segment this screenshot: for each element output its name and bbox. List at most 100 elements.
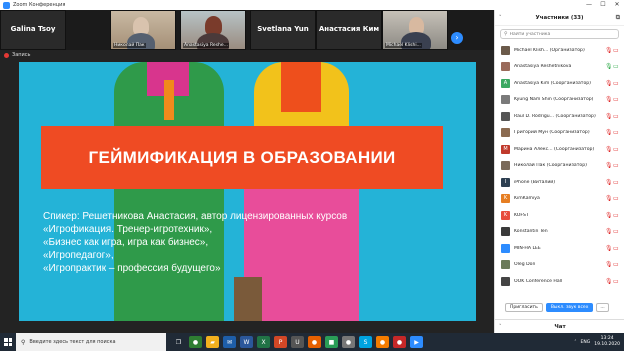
participant-name: Oleg Don xyxy=(514,262,536,268)
participant-row[interactable]: A Anastasiya Kim (Соорганизатор) 🎙︎ ▭ xyxy=(495,75,624,92)
microphone-icon[interactable]: 🎙︎ xyxy=(605,261,613,268)
app-red-icon[interactable]: ● xyxy=(393,336,406,348)
chat-chevron-icon[interactable]: ˅ xyxy=(499,324,502,330)
camera-icon[interactable]: ▭ xyxy=(613,261,619,268)
file-explorer-icon[interactable]: ▰ xyxy=(206,336,219,348)
app-orange-icon[interactable]: ● xyxy=(376,336,389,348)
app-green-icon[interactable]: ■ xyxy=(325,336,338,348)
zoom-icon[interactable]: ▶ xyxy=(410,336,423,348)
participant-row[interactable]: Anastasiya Reshetnikova 🎙︎ ▭ xyxy=(495,59,624,76)
avatar xyxy=(501,260,510,270)
video-tile[interactable]: Николай Пак xyxy=(110,10,176,50)
taskbar-search[interactable]: ⚲ Введите здесь текст для поиска xyxy=(16,333,166,351)
clock[interactable]: 13:24 19.10.2020 xyxy=(594,336,620,348)
participant-name: Svetlana Yun xyxy=(257,25,309,33)
camera-icon[interactable]: ▭ xyxy=(613,195,619,202)
participant-row[interactable]: OOK Conference Hall 🎙︎ ▭ xyxy=(495,273,624,290)
camera-icon[interactable]: ▭ xyxy=(613,63,619,70)
participant-status: 🎙︎ ▭ xyxy=(605,47,619,54)
participant-row[interactable]: Григорий Мун (Соорганизатор) 🎙︎ ▭ xyxy=(495,125,624,142)
brown-bag-shape xyxy=(234,277,262,321)
shared-screen-slide: ГЕЙМИФИКАЦИЯ В ОБРАЗОВАНИИ Спикер: Решет… xyxy=(19,62,476,321)
microphone-icon[interactable]: 🎙︎ xyxy=(605,278,613,285)
camera-icon[interactable]: ▭ xyxy=(613,113,619,120)
participant-row[interactable]: Николай Пак (Соорганизатор) 🎙︎ ▭ xyxy=(495,158,624,175)
collapse-chevron-icon[interactable]: ˅ xyxy=(499,15,502,21)
microphone-icon[interactable]: 🎙︎ xyxy=(605,96,613,103)
participant-row[interactable]: K KOFST 🎙︎ ▭ xyxy=(495,207,624,224)
camera-icon[interactable]: ▭ xyxy=(613,212,619,219)
microphone-icon[interactable]: 🎙︎ xyxy=(605,80,613,87)
app-u-icon[interactable]: U xyxy=(291,336,304,348)
more-button[interactable]: ... xyxy=(596,302,609,312)
video-tile[interactable]: Svetlana Yun xyxy=(250,10,316,50)
participant-name: KimKamiya xyxy=(514,196,540,202)
chat-header[interactable]: ˅ Чат xyxy=(495,319,624,333)
camera-icon[interactable]: ▭ xyxy=(613,146,619,153)
avatar: A xyxy=(501,78,510,88)
microphone-icon[interactable]: 🎙︎ xyxy=(605,228,613,235)
microphone-icon[interactable]: 🎙︎ xyxy=(605,245,613,252)
start-button[interactable] xyxy=(0,333,16,351)
participant-name: Анастасия Ким xyxy=(318,25,380,33)
camera-icon[interactable]: ▭ xyxy=(613,245,619,252)
participant-status: 🎙︎ ▭ xyxy=(605,195,619,202)
microphone-icon[interactable]: 🎙︎ xyxy=(605,113,613,120)
app-s-icon[interactable]: S xyxy=(359,336,372,348)
participant-row[interactable]: IiPhone (Виталий) 🎙︎ ▭ xyxy=(495,174,624,191)
excel-icon[interactable]: X xyxy=(257,336,270,348)
participant-row[interactable]: Kyung Nam Shin (Соорганизатор) 🎙︎ ▭ xyxy=(495,92,624,109)
participant-row[interactable]: MIN-HA LEE 🎙︎ ▭ xyxy=(495,240,624,257)
chrome-icon[interactable]: ● xyxy=(189,336,202,348)
popout-icon[interactable]: ⧉ xyxy=(616,14,620,22)
word-icon[interactable]: W xyxy=(240,336,253,348)
search-input[interactable] xyxy=(509,31,610,37)
microphone-icon[interactable]: 🎙︎ xyxy=(605,63,613,70)
microphone-icon[interactable]: 🎙︎ xyxy=(605,179,613,186)
camera-icon[interactable]: ▭ xyxy=(613,47,619,54)
video-tile[interactable]: Michael Klishi... xyxy=(382,10,448,50)
language-indicator[interactable]: ENG xyxy=(581,340,591,345)
zoom-window: Zoom Конференция — ☐ ✕ Galina Tsoy Никол… xyxy=(0,0,624,333)
camera-icon[interactable]: ▭ xyxy=(613,179,619,186)
microphone-icon[interactable]: 🎙︎ xyxy=(605,195,613,202)
powerpoint-icon[interactable]: P xyxy=(274,336,287,348)
tray-arrow-icon[interactable]: ˄ xyxy=(574,340,576,345)
camera-icon[interactable]: ▭ xyxy=(613,228,619,235)
avatar xyxy=(501,161,510,171)
video-tile[interactable]: Анастасия Ким xyxy=(316,10,382,50)
next-page-button[interactable]: › xyxy=(451,32,463,44)
task-view-icon[interactable]: ❐ xyxy=(172,336,185,348)
microphone-icon[interactable]: 🎙︎ xyxy=(605,212,613,219)
participant-row[interactable]: Michael Klish... (Организатор) 🎙︎ ▭ xyxy=(495,42,624,59)
video-tile[interactable]: Anastasiya Reshe... xyxy=(180,10,246,50)
microphone-icon[interactable]: 🎙︎ xyxy=(605,162,613,169)
minimize-button[interactable]: — xyxy=(582,0,596,10)
camera-icon[interactable]: ▭ xyxy=(613,162,619,169)
camera-icon[interactable]: ▭ xyxy=(613,278,619,285)
firefox-icon[interactable]: ● xyxy=(308,336,321,348)
camera-icon[interactable]: ▭ xyxy=(613,96,619,103)
participant-row[interactable]: Raul D. Rodrigu... (Соорганизатор) 🎙︎ ▭ xyxy=(495,108,624,125)
participant-row[interactable]: Oleg Don 🎙︎ ▭ xyxy=(495,257,624,274)
participant-name: Николай Пак (Соорганизатор) xyxy=(514,163,587,169)
camera-icon[interactable]: ▭ xyxy=(613,80,619,87)
mute-all-button[interactable]: Выкл. звук всех xyxy=(545,302,594,312)
microphone-icon[interactable]: 🎙︎ xyxy=(605,129,613,136)
avatar xyxy=(501,45,510,55)
video-tile[interactable]: Galina Tsoy xyxy=(0,10,66,50)
app-chrome2-icon[interactable]: ● xyxy=(342,336,355,348)
microphone-icon[interactable]: 🎙︎ xyxy=(605,47,613,54)
close-button[interactable]: ✕ xyxy=(610,0,624,10)
maximize-button[interactable]: ☐ xyxy=(596,0,610,10)
participants-footer: Пригласить Выкл. звук всех ... xyxy=(495,300,624,314)
mail-icon[interactable]: ✉ xyxy=(223,336,236,348)
participant-row[interactable]: Konstantin Ten 🎙︎ ▭ xyxy=(495,224,624,241)
windows-logo-icon xyxy=(4,338,12,346)
participant-row[interactable]: M Марина Алекс... (Соорганизатор) 🎙︎ ▭ xyxy=(495,141,624,158)
participant-search[interactable]: ⚲ xyxy=(500,29,619,39)
camera-icon[interactable]: ▭ xyxy=(613,129,619,136)
participant-row[interactable]: K KimKamiya 🎙︎ ▭ xyxy=(495,191,624,208)
invite-button[interactable]: Пригласить xyxy=(505,302,543,312)
microphone-icon[interactable]: 🎙︎ xyxy=(605,146,613,153)
